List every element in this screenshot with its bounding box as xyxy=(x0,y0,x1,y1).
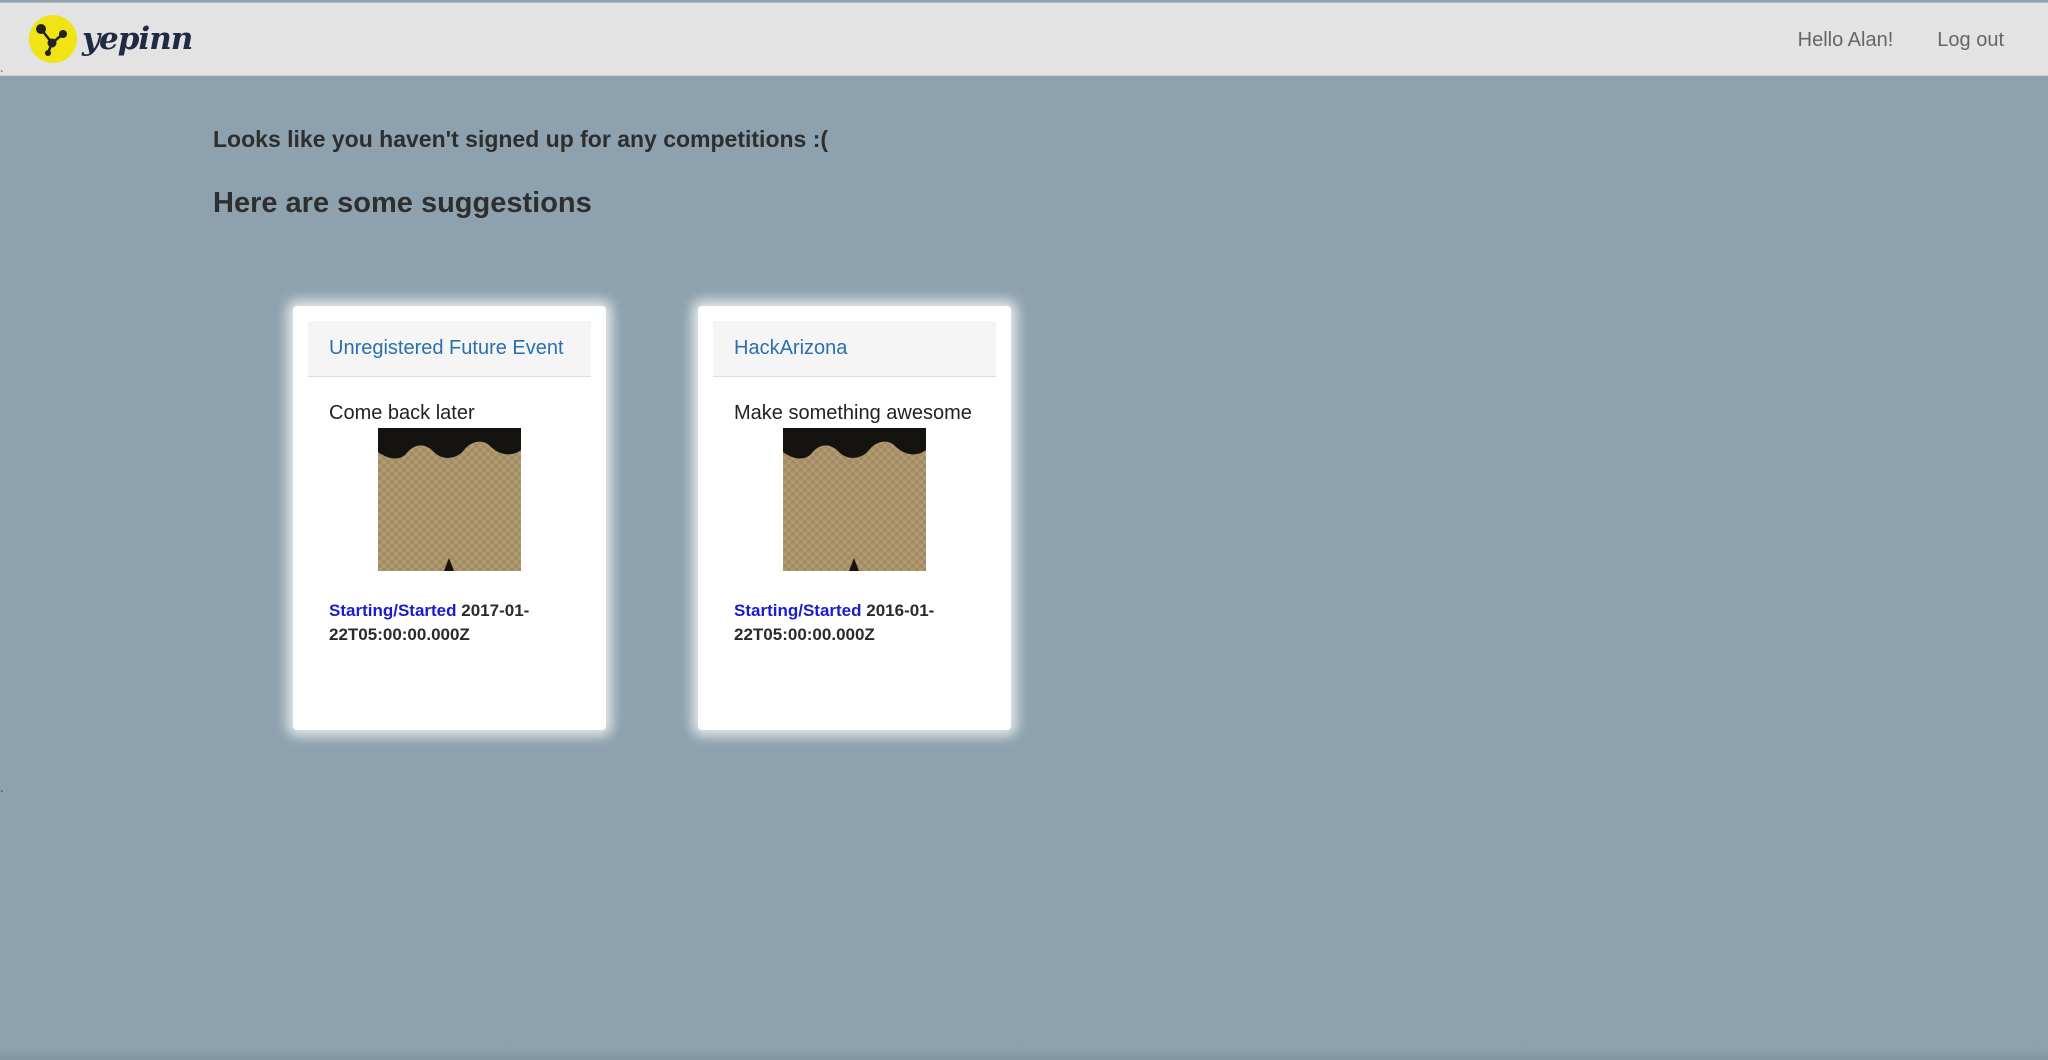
user-greeting: Hello Alan! xyxy=(1797,28,1894,51)
page-bottom-shadow xyxy=(0,1046,2048,1060)
top-navbar: yepinn Hello Alan! Log out xyxy=(0,2,2048,76)
event-thumbnail-image xyxy=(378,428,521,571)
competition-description: Make something awesome xyxy=(734,402,972,424)
yepinn-logo-icon xyxy=(29,15,77,63)
event-thumbnail-image xyxy=(783,428,926,571)
competition-card: HackArizona Make something awesome Start… xyxy=(698,306,1011,730)
brand-home-link[interactable]: yepinn xyxy=(28,11,193,67)
brand-name: yepinn xyxy=(82,21,193,57)
competition-status: Starting/Started 2017-01-22T05:00:00.000… xyxy=(329,599,579,647)
no-competitions-message: Looks like you haven't signed up for any… xyxy=(213,126,829,152)
card-header: HackArizona xyxy=(713,321,996,377)
navbar-right-group: Hello Alan! Log out xyxy=(1798,3,2004,77)
competition-title-link[interactable]: Unregistered Future Event xyxy=(329,337,564,360)
suggestions-heading: Here are some suggestions xyxy=(213,187,592,219)
stray-tick-mark: ` xyxy=(0,70,4,81)
competition-card: Unregistered Future Event Come back late… xyxy=(293,306,606,730)
status-label: Starting/Started xyxy=(329,601,457,620)
competition-description: Come back later xyxy=(329,402,475,424)
competition-title-link[interactable]: HackArizona xyxy=(734,337,847,360)
logout-link[interactable]: Log out xyxy=(1937,29,2004,52)
status-label: Starting/Started xyxy=(734,601,862,620)
competition-status: Starting/Started 2016-01-22T05:00:00.000… xyxy=(734,599,984,647)
card-header: Unregistered Future Event xyxy=(308,321,591,377)
stray-tick-mark: ` xyxy=(0,790,4,801)
